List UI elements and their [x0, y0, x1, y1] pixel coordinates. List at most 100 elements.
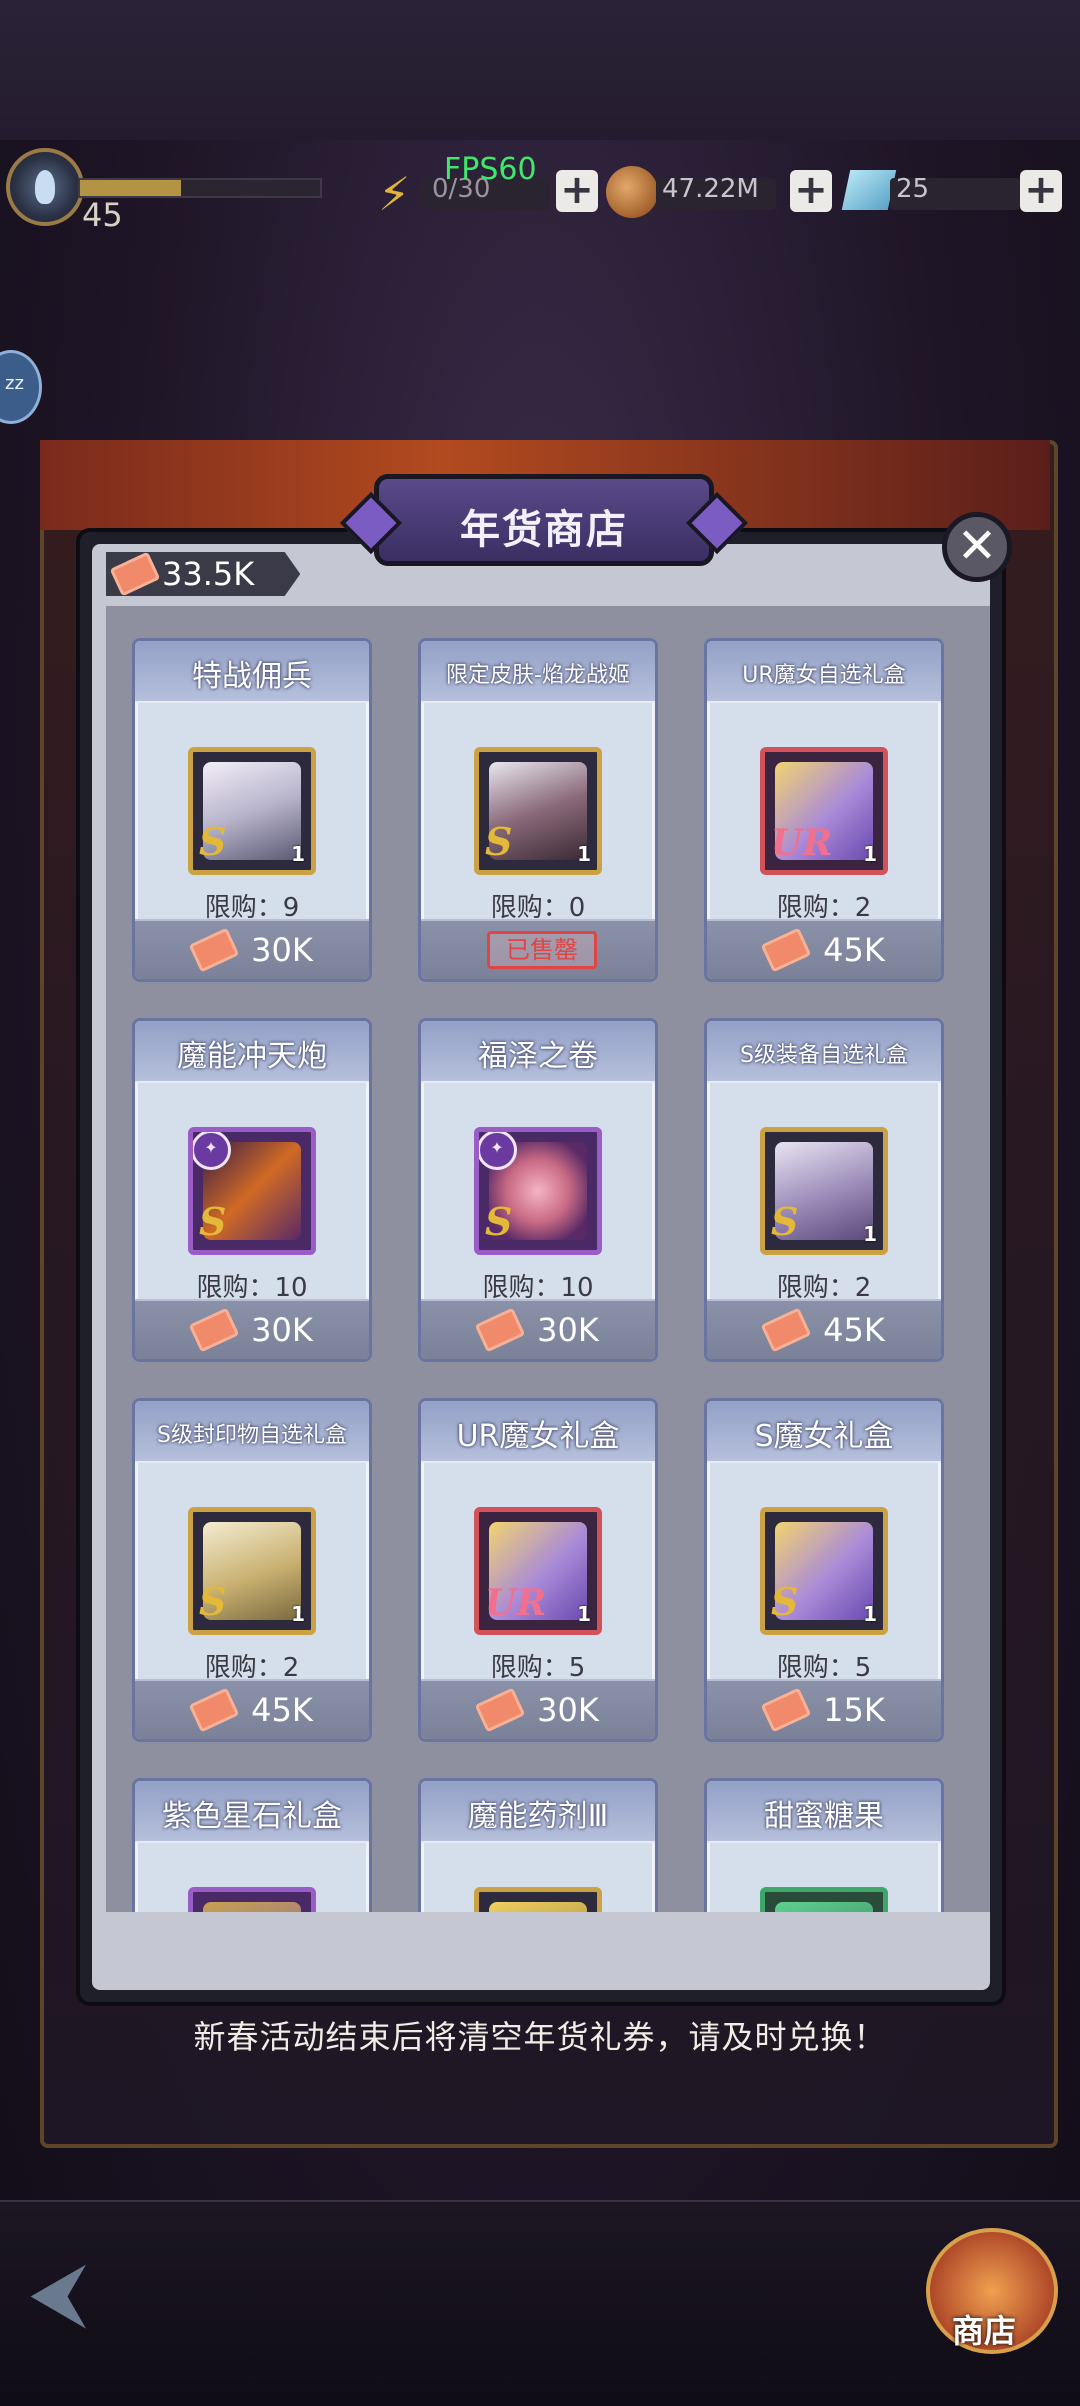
candy-icon	[775, 1902, 873, 1912]
grade-badge: S	[199, 1199, 227, 1244]
gem-value: 25	[896, 174, 930, 204]
top-background	[0, 0, 1080, 140]
add-energy-button[interactable]: +	[556, 170, 598, 212]
shop-item-card[interactable]: S级封印物自选礼盒 S 1 限购：2 45K	[132, 1398, 372, 1742]
add-coins-button[interactable]: +	[790, 170, 832, 212]
grade-badge: S	[199, 819, 227, 864]
grade-badge: S	[771, 1199, 799, 1244]
item-price: 45K	[823, 1311, 885, 1349]
item-price: 30K	[537, 1691, 599, 1729]
item-icon-frame[interactable]: S1	[188, 747, 316, 875]
star-stone-icon	[203, 1902, 301, 1912]
shop-item-list[interactable]: 特战佣兵 S 1 限购：9 30K 限定皮肤-焰龙战姬 S 1 限购：0 已售罄 UR魔女自选礼盒 U…	[106, 606, 990, 1912]
item-name: 特战佣兵	[192, 659, 312, 694]
grade-badge: UR	[485, 1582, 547, 1624]
currency-amount: 33.5K	[162, 555, 255, 593]
price-bar[interactable]: 15K	[707, 1679, 941, 1739]
sleep-bubble-text: zz	[5, 373, 24, 394]
item-price: 30K	[251, 931, 313, 969]
item-name: UR魔女自选礼盒	[742, 663, 906, 688]
event-notice: 新春活动结束后将清空年货礼券，请及时兑换！	[193, 2018, 887, 2056]
exp-bar	[78, 178, 322, 198]
item-icon-frame[interactable]: S1	[760, 1507, 888, 1635]
item-price: 45K	[823, 931, 885, 969]
player-avatar-icon[interactable]	[6, 148, 84, 226]
item-icon-frame[interactable]	[188, 1887, 316, 1912]
item-icon-frame[interactable]: S1	[760, 1127, 888, 1255]
item-icon-frame[interactable]	[474, 1887, 602, 1912]
shop-item-card[interactable]: S魔女礼盒 S 1 限购：5 15K	[704, 1398, 944, 1742]
item-quantity: 1	[577, 1602, 591, 1626]
coin-value: 47.22M	[662, 174, 759, 204]
price-bar[interactable]: 30K	[421, 1299, 655, 1359]
shop-item-card[interactable]: 福泽之卷 ✦ S 限购：10 30K	[418, 1018, 658, 1362]
price-bar[interactable]: 30K	[135, 1299, 369, 1359]
coin-icon	[606, 166, 658, 218]
price-bar[interactable]: 45K	[135, 1679, 369, 1739]
item-icon-frame[interactable]: S1	[474, 747, 602, 875]
item-price: 30K	[251, 1311, 313, 1349]
shop-item-grid: 特战佣兵 S 1 限购：9 30K 限定皮肤-焰龙战姬 S 1 限购：0 已售罄 UR魔女自选礼盒 U…	[132, 638, 944, 1912]
item-price: 30K	[537, 1311, 599, 1349]
price-bar[interactable]: 45K	[707, 919, 941, 979]
sold-out-stamp: 已售罄	[487, 931, 597, 969]
shop-item-card[interactable]: 特战佣兵 S 1 限购：9 30K	[132, 638, 372, 982]
item-icon-frame[interactable]: ✦ S	[474, 1127, 602, 1255]
item-name: 福泽之卷	[478, 1039, 598, 1074]
fps-counter: FPS60	[444, 152, 537, 187]
gem-icon	[841, 170, 897, 210]
item-quantity: 1	[291, 842, 305, 866]
grade-badge: S	[485, 1199, 513, 1244]
back-arrow-icon[interactable]: ⮜	[30, 2248, 170, 2336]
item-name: 甜蜜糖果	[764, 1799, 884, 1834]
item-icon-frame[interactable]	[760, 1887, 888, 1912]
grade-badge: S	[485, 819, 513, 864]
potion-icon	[489, 1902, 587, 1912]
add-gems-button[interactable]: +	[1020, 170, 1062, 212]
shop-item-card[interactable]: 紫色星石礼盒	[132, 1778, 372, 1912]
shop-item-card[interactable]: UR魔女礼盒 UR 1 限购：5 30K	[418, 1398, 658, 1742]
top-hud: 45 ⚡ 0/30 FPS60 + 47.22M + 25 +	[0, 140, 1080, 240]
item-icon-frame[interactable]: UR 1	[760, 747, 888, 875]
shop-item-card[interactable]: UR魔女自选礼盒 UR 1 限购：2 45K	[704, 638, 944, 982]
shop-title-plaque: 年货商店	[374, 474, 714, 566]
player-level: 45	[82, 196, 123, 234]
item-type-badge-icon: ✦	[193, 1132, 231, 1170]
shop-title: 年货商店	[460, 507, 628, 553]
item-icon-frame[interactable]: UR 1	[474, 1507, 602, 1635]
item-quantity: 1	[291, 1602, 305, 1626]
shop-item-card[interactable]: 甜蜜糖果	[704, 1778, 944, 1912]
item-name: S级封印物自选礼盒	[157, 1423, 347, 1448]
item-name: S级装备自选礼盒	[740, 1043, 908, 1068]
price-bar[interactable]: 已售罄	[421, 919, 655, 979]
shop-item-card[interactable]: 魔能药剂Ⅲ	[418, 1778, 658, 1912]
item-name: 魔能药剂Ⅲ	[467, 1799, 609, 1834]
item-icon-frame[interactable]: S1	[188, 1507, 316, 1635]
item-price: 45K	[251, 1691, 313, 1729]
currency-display: 33.5K	[106, 552, 301, 596]
item-name: UR魔女礼盒	[456, 1419, 620, 1454]
energy-icon: ⚡	[378, 167, 411, 221]
item-name: 紫色星石礼盒	[162, 1799, 342, 1834]
item-type-badge-icon: ✦	[479, 1132, 517, 1170]
close-button[interactable]: ✕	[942, 512, 1012, 582]
item-quantity: 1	[863, 842, 877, 866]
ticket-icon	[109, 552, 161, 596]
grade-badge: S	[199, 1579, 227, 1624]
side-sleep-bubble[interactable]: zz	[0, 350, 42, 424]
price-bar[interactable]: 30K	[135, 919, 369, 979]
item-quantity: 1	[863, 1602, 877, 1626]
shop-item-card[interactable]: 魔能冲天炮 ✦ S 限购：10 30K	[132, 1018, 372, 1362]
item-quantity: 1	[863, 1222, 877, 1246]
item-name: 魔能冲天炮	[177, 1039, 327, 1074]
shop-nav-label: 商店	[952, 2312, 1017, 2350]
item-price: 15K	[823, 1691, 885, 1729]
price-bar[interactable]: 45K	[707, 1299, 941, 1359]
item-icon-frame[interactable]: ✦ S	[188, 1127, 316, 1255]
grade-badge: UR	[771, 822, 833, 864]
price-bar[interactable]: 30K	[421, 1679, 655, 1739]
item-name: 限定皮肤-焰龙战姬	[446, 663, 630, 688]
grade-badge: S	[771, 1579, 799, 1624]
shop-item-card[interactable]: 限定皮肤-焰龙战姬 S 1 限购：0 已售罄	[418, 638, 658, 982]
shop-item-card[interactable]: S级装备自选礼盒 S 1 限购：2 45K	[704, 1018, 944, 1362]
